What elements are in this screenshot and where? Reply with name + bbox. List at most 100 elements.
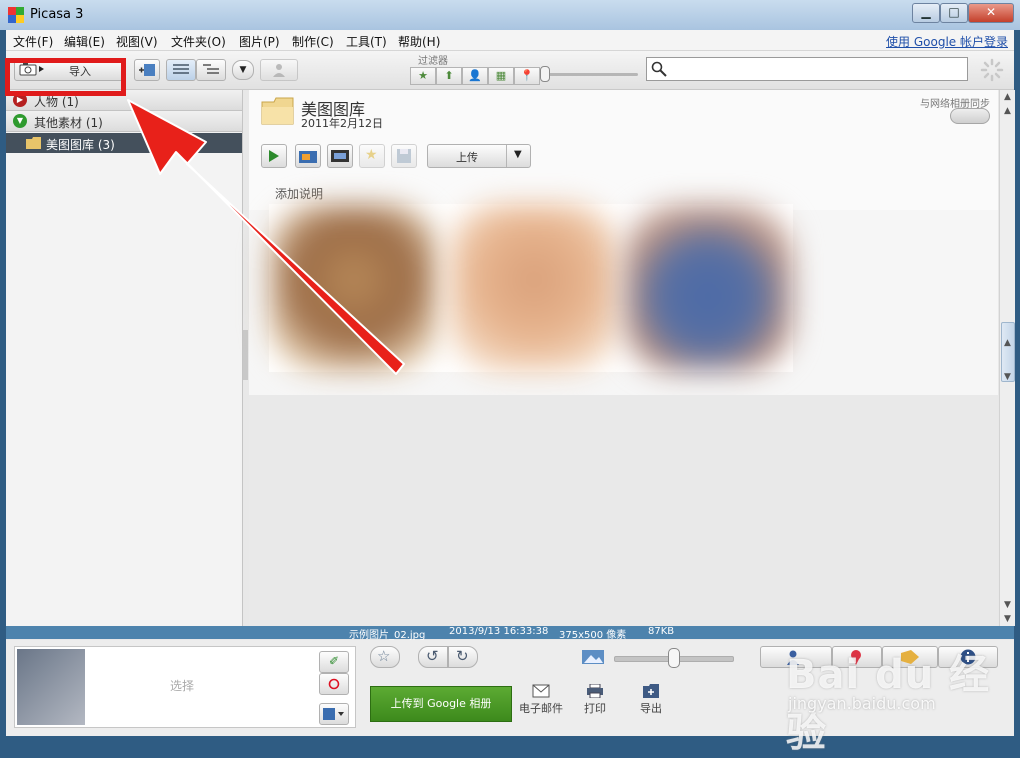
scroll-page-down-icon[interactable]: ▼ (1000, 370, 1015, 384)
status-filename: 示例图片_02.jpg (349, 630, 426, 641)
baidu-watermark: Bai du 经验 jingyan.baidu.com (780, 628, 1010, 756)
pin-icon: ✐ (329, 654, 340, 668)
upload-label: 上传 (456, 151, 478, 164)
photo-thumbnail[interactable] (269, 204, 439, 372)
album-date: 2011年2月12日 (301, 117, 383, 130)
caption-input[interactable]: 添加说明 (275, 185, 323, 202)
clear-circle-icon (328, 678, 340, 690)
close-button[interactable]: ✕ (968, 3, 1014, 23)
menu-tools[interactable]: 工具(T) (346, 33, 387, 50)
selection-tray: 选择 ✐ (14, 646, 356, 728)
collage-button[interactable] (295, 144, 321, 168)
menu-file[interactable]: 文件(F) (13, 33, 53, 50)
export-label: 导出 (640, 702, 662, 715)
scroll-down-icon[interactable]: ▼ (1000, 612, 1015, 626)
add-to-album-button[interactable] (134, 59, 160, 81)
filter-starred-icon[interactable]: ★ (410, 67, 436, 85)
filter-video-icon[interactable]: ▦ (488, 67, 514, 85)
filter-slider-track[interactable] (544, 73, 638, 76)
rotate-right-button[interactable]: ↻ (448, 646, 478, 668)
star-button[interactable]: ★ (359, 144, 385, 168)
minimize-button[interactable]: ▁ (912, 3, 940, 23)
view-tree-button[interactable] (196, 59, 226, 81)
filter-uploaded-icon[interactable]: ⬆ (436, 67, 462, 85)
print-action[interactable]: 打印 (570, 684, 620, 716)
photo-thumbnail[interactable] (449, 204, 619, 372)
list-view-icon (173, 64, 189, 74)
filter-slider-knob[interactable] (540, 66, 550, 82)
menu-view[interactable]: 视图(V) (116, 33, 158, 50)
scroll-page-up-icon[interactable]: ▲ (1000, 336, 1015, 350)
sync-toggle[interactable] (950, 108, 990, 124)
upload-to-google-button[interactable]: 上传到 Google 相册 (370, 686, 512, 722)
search-box[interactable] (646, 57, 968, 81)
people-tools-button[interactable] (260, 59, 298, 81)
rotate-right-icon: ↻ (456, 647, 469, 665)
view-list-button[interactable] (166, 59, 196, 81)
menu-help[interactable]: 帮助(H) (398, 33, 440, 50)
tray-select-label: 选择 (170, 679, 195, 693)
upload-button[interactable]: 上传 ▼ (427, 144, 531, 168)
email-action[interactable]: 电子邮件 (516, 684, 566, 716)
expand-down-icon: ▼ (13, 114, 27, 128)
email-icon (532, 684, 550, 698)
menu-bar: 文件(F) 编辑(E) 视图(V) 文件夹(O) 图片(P) 制作(C) 工具(… (6, 30, 1014, 51)
folder-label: 美图图库 (3) (46, 138, 115, 152)
album-dropdown-icon (323, 708, 344, 720)
filter-people-icon[interactable]: 👤 (462, 67, 488, 85)
scroll-bottom-icon[interactable]: ▼ (1000, 598, 1015, 612)
picasa-logo-icon (8, 7, 24, 23)
print-label: 打印 (584, 702, 606, 715)
status-size: 87KB (648, 626, 675, 637)
save-disk-icon (397, 149, 411, 163)
panel-splitter[interactable] (243, 330, 248, 380)
group-other-label: 其他素材 (1) (34, 116, 103, 130)
star-outline-icon: ☆ (377, 647, 391, 665)
empty-library-area (249, 395, 998, 626)
rotate-left-button[interactable]: ↺ (418, 646, 448, 668)
zoom-slider-knob[interactable] (668, 648, 680, 668)
scroll-top-icon[interactable]: ▲ (1000, 104, 1015, 118)
album-view: 美图图库 2011年2月12日 与网络相册同步 ★ 上传 ▼ 添加说明 (249, 90, 998, 626)
tray-thumbnail[interactable] (17, 649, 85, 725)
upload-divider (506, 145, 507, 167)
chevron-down-icon[interactable]: ▼ (514, 149, 522, 160)
chevron-down-icon: ▼ (239, 65, 247, 75)
status-datetime: 2013/9/13 16:33:38 (449, 626, 549, 637)
album-header: 美图图库 2011年2月12日 与网络相册同步 ★ 上传 ▼ 添加说明 (249, 90, 998, 210)
movie-button[interactable] (327, 144, 353, 168)
group-other[interactable]: ▼ 其他素材 (1) (6, 111, 242, 132)
window-title: Picasa 3 (30, 7, 84, 22)
export-icon (643, 684, 659, 698)
menu-edit[interactable]: 编辑(E) (64, 33, 105, 50)
maximize-button[interactable]: □ (940, 3, 968, 23)
clear-button[interactable] (319, 673, 349, 695)
star-icon: ★ (365, 147, 378, 163)
filter-geotag-icon[interactable]: 📍 (514, 67, 540, 85)
slideshow-button[interactable] (261, 144, 287, 168)
album-menu-button[interactable] (319, 703, 349, 725)
search-input[interactable] (671, 60, 965, 78)
picture-size-icon (582, 650, 604, 664)
save-button[interactable] (391, 144, 417, 168)
photo-thumbnail[interactable] (623, 204, 793, 372)
person-icon (273, 64, 285, 77)
rotate-left-icon: ↺ (426, 647, 439, 665)
printer-icon (587, 684, 603, 698)
vertical-scrollbar[interactable]: ▲ ▲ ▲ ▼ ▼ ▼ (999, 90, 1015, 626)
view-dropdown-button[interactable]: ▼ (232, 60, 254, 80)
toolbar: 导入 ▼ 过滤器 ★ ⬆ 👤 ▦ 📍 (6, 51, 1014, 90)
folder-item-selected[interactable]: 美图图库 (3) (6, 133, 242, 153)
title-bar: Picasa 3 ▁ □ ✕ (0, 0, 1020, 30)
star-tray-button[interactable]: ☆ (370, 646, 400, 668)
scroll-up-icon[interactable]: ▲ (1000, 90, 1015, 104)
export-action[interactable]: 导出 (626, 684, 676, 716)
status-dimensions: 375x500 像素 (559, 630, 627, 641)
google-login-link[interactable]: 使用 Google 帐户登录 (886, 33, 1008, 50)
photo-strip (269, 204, 793, 372)
menu-create[interactable]: 制作(C) (292, 33, 334, 50)
album-add-icon (139, 64, 155, 76)
menu-picture[interactable]: 图片(P) (239, 33, 280, 50)
pin-button[interactable]: ✐ (319, 651, 349, 673)
menu-folder[interactable]: 文件夹(O) (171, 33, 226, 50)
